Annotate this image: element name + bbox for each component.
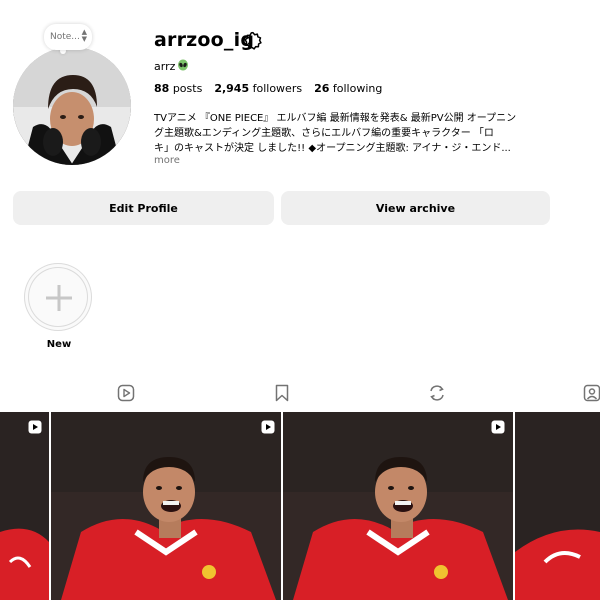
post-tile[interactable] [0, 412, 49, 600]
bio-line: キ」のキャストが決定 しました!! ◆オープニング主題歌: アイナ・ジ・エンド.… [154, 143, 511, 154]
profile-username: arrzoo_ig [154, 29, 255, 51]
avatar-photo [13, 47, 131, 165]
bio-line: グ主題歌&エンディング主題歌、さらにエルバフ編の重要キャラクター 「ロ [154, 128, 494, 139]
followers-count: 2,945 [214, 82, 250, 95]
reel-badge-icon [28, 420, 42, 434]
note-arrows-icon: ▲ ▼ [81, 28, 87, 43]
followers-label: followers [252, 82, 303, 95]
alien-icon [178, 59, 188, 71]
reel-badge-icon [261, 420, 275, 434]
new-highlight-label: New [46, 339, 72, 350]
posts-stat: 88 posts [154, 82, 202, 95]
profile-bio: TVアニメ 『ONE PIECE』 エルバフ編 最新情報を発表& 最新PV公開 … [154, 111, 554, 156]
posts-count: 88 [154, 82, 170, 95]
reel-badge-icon [491, 420, 505, 434]
gear-icon[interactable] [243, 31, 263, 51]
post-thumbnail [51, 412, 281, 600]
note-bubble[interactable]: Note... ▲ ▼ [44, 24, 92, 50]
bio-more-link[interactable]: more [154, 155, 180, 166]
post-tile[interactable] [51, 412, 281, 600]
post-thumbnail [0, 412, 49, 600]
saved-icon[interactable] [273, 384, 291, 402]
edit-profile-button[interactable]: Edit Profile [13, 191, 274, 225]
post-tile[interactable] [515, 412, 600, 600]
followers-stat[interactable]: 2,945 followers [214, 82, 302, 95]
reposts-icon[interactable] [428, 384, 446, 402]
post-tile[interactable] [283, 412, 513, 600]
profile-full-name: arrz [154, 60, 176, 73]
plus-icon [46, 285, 72, 311]
tagged-icon[interactable] [583, 384, 600, 402]
post-thumbnail [283, 412, 513, 600]
view-archive-button[interactable]: View archive [281, 191, 550, 225]
following-count: 26 [314, 82, 330, 95]
following-label: following [332, 82, 383, 95]
reels-icon[interactable] [117, 384, 135, 402]
profile-stats: 88 posts 2,945 followers 26 following [154, 82, 382, 95]
following-stat[interactable]: 26 following [314, 82, 382, 95]
bio-line: TVアニメ 『ONE PIECE』 エルバフ編 最新情報を発表& 最新PV公開 … [154, 113, 517, 124]
post-thumbnail [515, 412, 600, 600]
profile-avatar[interactable] [13, 47, 131, 165]
note-placeholder: Note... [50, 32, 80, 42]
posts-label: posts [172, 82, 203, 95]
